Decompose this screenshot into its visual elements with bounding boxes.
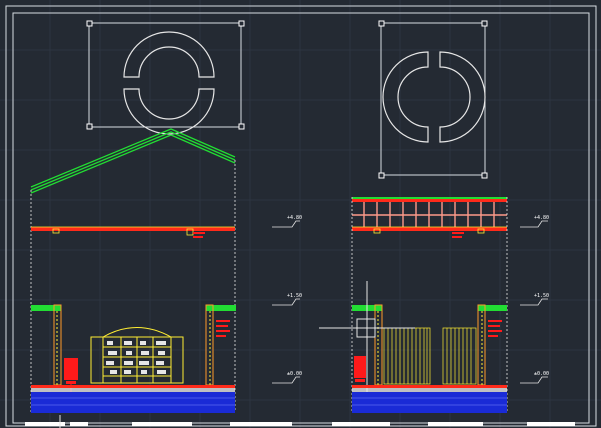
floor-slab	[31, 385, 235, 413]
wood-screen-door-right	[442, 327, 477, 385]
elevation-label-right-floor: ±0.00	[534, 371, 550, 377]
selection-box	[88, 22, 242, 128]
side-openings	[31, 304, 236, 386]
elevation-label-right-top: +4.80	[534, 215, 550, 221]
grip-points[interactable]	[86, 20, 245, 130]
floor-slab	[352, 385, 507, 413]
bookshelf-cabinet	[90, 327, 184, 384]
elevation-label-left-floor: ±0.00	[287, 371, 303, 377]
annotation-callout	[354, 356, 366, 382]
elevation-label-left-top: +4.80	[287, 215, 303, 221]
cad-drawing-canvas[interactable]	[0, 0, 601, 428]
cad-crosshair-cursor[interactable]	[319, 281, 415, 397]
side-openings	[352, 304, 507, 386]
exterior-walls	[30, 160, 236, 412]
right-building-section[interactable]	[319, 197, 508, 413]
elevation-label-left-mid: +1.50	[287, 293, 303, 299]
ring-symbol	[382, 51, 486, 143]
elevation-label-right-mid: +1.50	[534, 293, 550, 299]
wood-screen-door-left	[383, 327, 431, 385]
background-grid	[0, 0, 601, 428]
pergola-roof	[352, 197, 507, 238]
left-building-section[interactable]	[30, 128, 236, 428]
gable-roof	[30, 128, 236, 194]
circular-window-detail-left[interactable]	[86, 20, 245, 135]
ceiling-beam	[31, 226, 235, 238]
